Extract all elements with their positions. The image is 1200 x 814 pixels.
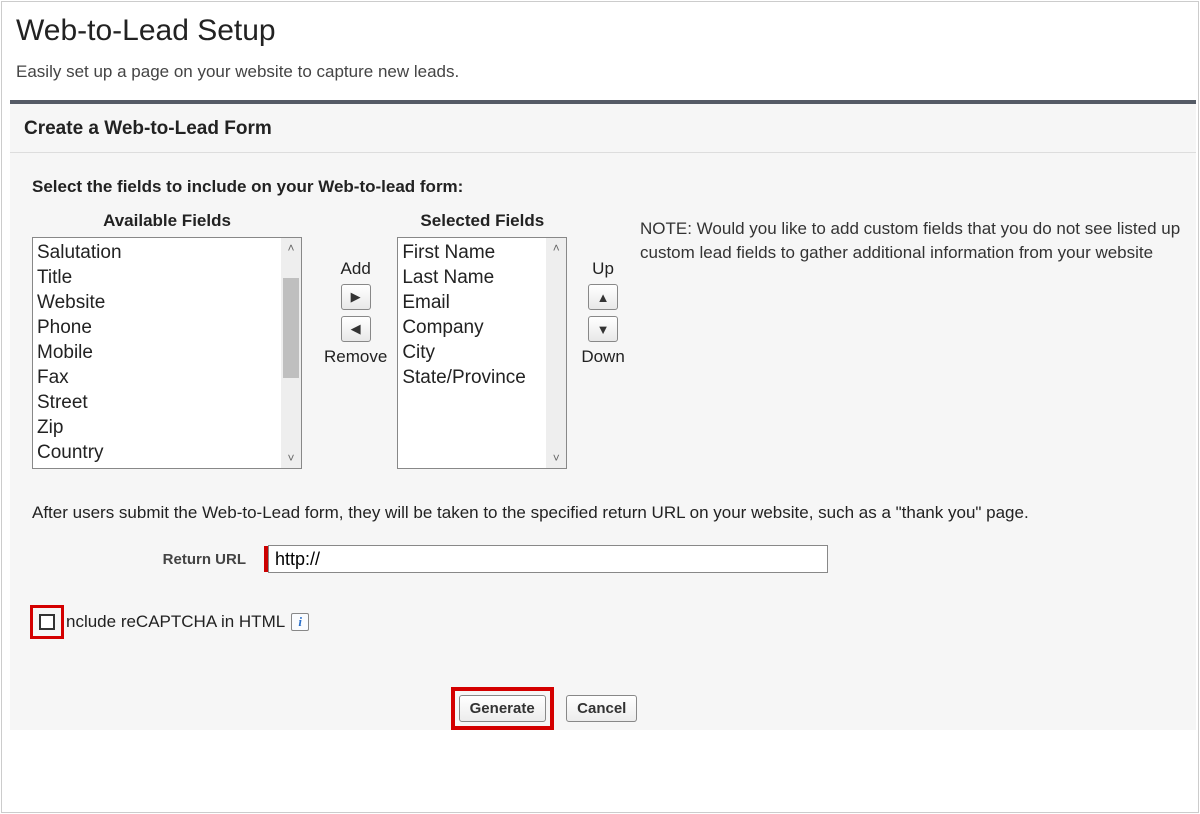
arrow-right-icon: ▶ bbox=[351, 289, 361, 305]
list-item[interactable]: Title bbox=[37, 265, 277, 290]
generate-highlight: Generate bbox=[451, 687, 554, 730]
add-label: Add bbox=[341, 259, 371, 279]
list-item[interactable]: Company bbox=[402, 315, 542, 340]
list-item[interactable]: Salutation bbox=[37, 240, 277, 265]
selected-fields-label: Selected Fields bbox=[397, 211, 567, 231]
scroll-up-icon[interactable]: ˄ bbox=[281, 238, 301, 258]
list-item[interactable]: Fax bbox=[37, 365, 277, 390]
arrow-down-icon: ▼ bbox=[597, 322, 610, 337]
list-item[interactable]: State/Province bbox=[402, 365, 542, 390]
add-button[interactable]: ▶ bbox=[341, 284, 371, 310]
info-icon[interactable]: i bbox=[291, 613, 309, 631]
list-item[interactable]: City bbox=[402, 340, 542, 365]
panel-title: Create a Web-to-Lead Form bbox=[10, 104, 1196, 153]
custom-fields-note: NOTE: Would you like to add custom field… bbox=[640, 217, 1199, 265]
available-fields-listbox[interactable]: SalutationTitleWebsitePhoneMobileFaxStre… bbox=[32, 237, 302, 469]
form-panel: Create a Web-to-Lead Form Select the fie… bbox=[10, 100, 1196, 730]
list-item[interactable]: Country bbox=[37, 440, 277, 465]
list-item[interactable]: First Name bbox=[402, 240, 542, 265]
arrow-left-icon: ◀ bbox=[351, 321, 361, 337]
up-label: Up bbox=[592, 259, 614, 279]
list-item[interactable]: Email bbox=[402, 290, 542, 315]
selected-scrollbar[interactable]: ˄ ˅ bbox=[546, 238, 566, 468]
scroll-down-icon[interactable]: ˅ bbox=[281, 448, 301, 468]
available-fields-label: Available Fields bbox=[32, 211, 302, 231]
list-item[interactable]: Phone bbox=[37, 315, 277, 340]
page-subtitle: Easily set up a page on your website to … bbox=[16, 62, 1198, 82]
move-up-button[interactable]: ▲ bbox=[588, 284, 618, 310]
generate-button[interactable]: Generate bbox=[459, 695, 546, 722]
move-down-button[interactable]: ▼ bbox=[588, 316, 618, 342]
list-item[interactable]: Website bbox=[37, 290, 277, 315]
cancel-button[interactable]: Cancel bbox=[566, 695, 637, 722]
recaptcha-label: nclude reCAPTCHA in HTML bbox=[66, 612, 285, 632]
scroll-up-icon[interactable]: ˄ bbox=[546, 238, 566, 258]
arrow-up-icon: ▲ bbox=[597, 290, 610, 305]
selected-fields-listbox[interactable]: First NameLast NameEmailCompanyCityState… bbox=[397, 237, 567, 469]
available-scrollbar[interactable]: ˄ ˅ bbox=[281, 238, 301, 468]
list-item[interactable]: Zip bbox=[37, 415, 277, 440]
return-url-input[interactable] bbox=[268, 545, 828, 573]
list-item[interactable]: Last Name bbox=[402, 265, 542, 290]
down-label: Down bbox=[581, 347, 624, 367]
list-item[interactable]: Street bbox=[37, 390, 277, 415]
remove-button[interactable]: ◀ bbox=[341, 316, 371, 342]
recaptcha-highlight bbox=[30, 605, 64, 639]
return-url-description: After users submit the Web-to-Lead form,… bbox=[32, 503, 1196, 523]
recaptcha-checkbox[interactable] bbox=[39, 614, 55, 630]
return-url-label: Return URL bbox=[32, 551, 264, 568]
remove-label: Remove bbox=[324, 347, 387, 367]
field-select-instruction: Select the fields to include on your Web… bbox=[32, 177, 1196, 197]
list-item[interactable]: Mobile bbox=[37, 340, 277, 365]
scroll-down-icon[interactable]: ˅ bbox=[546, 448, 566, 468]
page-title: Web-to-Lead Setup bbox=[16, 14, 1198, 48]
